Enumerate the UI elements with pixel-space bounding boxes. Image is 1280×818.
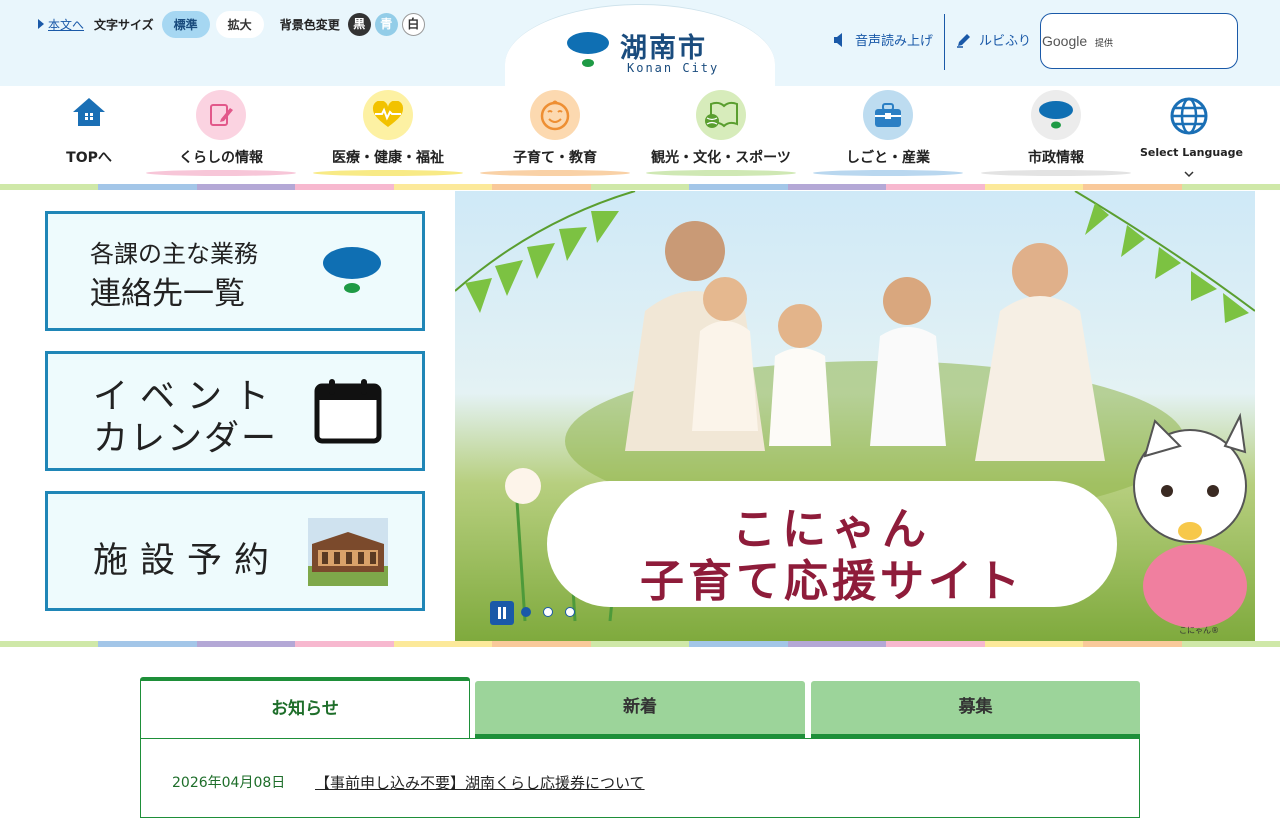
utility-bar: 本文へ 文字サイズ 標準 拡大 背景色変更 黒 青 白 [38,10,429,38]
speaker-icon [834,32,842,47]
nav-label-child: 子育て・教育 [513,150,597,166]
site-header: 本文へ 文字サイズ 標準 拡大 背景色変更 黒 青 白 湖南市 Konan Ci… [0,0,1280,155]
tool-separator [944,14,945,70]
news-date: 2026年04月08日 [172,775,286,791]
voice-reading-button[interactable]: 音声読み上げ [832,30,933,49]
slide-title-panel: こにゃん 子育て応援サイト [547,481,1117,607]
site-logo[interactable]: 湖南市 Konan City [565,26,725,80]
document-pencil-icon [210,104,233,126]
event-line2: カレンダー [93,419,279,459]
book-ball-icon [705,101,738,128]
nav-underline [981,170,1131,176]
nav-item-top[interactable]: TOPへ [48,86,130,184]
pencil-icon [957,33,970,48]
konan-bubble-icon [1039,101,1073,129]
nav-underline [146,170,296,176]
character-caption: こにゃん® [1179,626,1219,635]
facility-building-image [308,518,388,586]
tab-notice-label: お知らせ [271,699,339,719]
font-standard-button[interactable]: 標準 [161,10,210,38]
ruby-button[interactable]: ルビふり [956,30,1031,49]
select-language-button[interactable]: Select Language [1140,86,1243,184]
bg-white-button[interactable]: 白 [401,12,425,36]
globe-icon [1170,97,1208,135]
site-name-en: Konan City [627,61,720,75]
nav-item-city[interactable]: 市政情報 [981,86,1131,184]
konan-bubble-logo-icon [567,32,609,67]
rainbow-divider-top [0,184,1280,190]
facility-label: 施設予約 [93,541,282,581]
bg-blue-button[interactable]: 青 [374,12,398,36]
nav-label-medical: 医療・健康・福祉 [332,150,444,166]
event-calendar-link[interactable]: イベント カレンダー [45,351,425,471]
contacts-line2: 連絡先一覧 [90,276,245,312]
nav-item-medical[interactable]: 医療・健康・福祉 [313,86,463,184]
home-icon [73,98,105,126]
bg-color-label: 背景色変更 [279,17,340,32]
slide-title-line2: 子育て応援サイト [640,556,1024,607]
slideshow-pause-button[interactable] [490,601,514,625]
search-provider-suffix: 提供 [1095,39,1114,49]
news-panel: 2026年04月08日 【事前申し込み不要】湖南くらし応援券について [140,738,1140,818]
nav-label-living: くらしの情報 [179,150,263,166]
search-brand: Google [1042,33,1088,49]
heart-pulse-icon [372,101,404,127]
facility-reservation-link[interactable]: 施設予約 [45,491,425,611]
slide-dot-3[interactable] [565,607,575,617]
chevron-down-icon [1184,171,1194,178]
briefcase-icon [875,103,901,127]
tab-new[interactable]: 新着 [475,681,805,738]
search-input[interactable]: Google 提供 [1040,13,1238,69]
nav-item-tourism[interactable]: 観光・文化・スポーツ [646,86,796,184]
konan-bubble-icon [323,247,381,293]
nav-underline [813,170,963,176]
font-large-button[interactable]: 拡大 [215,10,264,38]
nav-item-living[interactable]: くらしの情報 [146,86,296,184]
tab-recruit-label: 募集 [958,697,993,717]
rainbow-divider-bottom [0,641,1280,647]
site-name: 湖南市 [620,33,707,64]
tab-notice[interactable]: お知らせ [140,677,470,739]
bg-black-button[interactable]: 黒 [347,12,371,36]
tab-new-label: 新着 [623,697,657,717]
slide-dot-1[interactable] [521,607,531,617]
global-nav: TOPへ くらしの情報 医療・健康・福祉 子育て・教育 観光・文化・スポーツ し… [0,86,1280,184]
skip-to-content-link[interactable]: 本文へ [38,16,84,33]
skip-label: 本文へ [48,17,85,32]
news-title-link[interactable]: 【事前申し込み不要】湖南くらし応援券について [315,772,645,793]
nav-label-work: しごと・産業 [846,150,930,166]
hero-slideshow[interactable]: こにゃん 子育て応援サイト こにゃん® [455,191,1255,641]
select-language-label: Select Language [1140,146,1243,159]
voice-reading-label: 音声読み上げ [855,34,934,49]
nav-underline [480,170,630,176]
nav-label-city: 市政情報 [1028,150,1084,166]
tab-recruit[interactable]: 募集 [811,681,1140,738]
nav-item-child[interactable]: 子育て・教育 [480,86,630,184]
nav-underline [646,170,796,176]
nav-underline [313,170,463,176]
contacts-list-link[interactable]: 各課の主な業務 連絡先一覧 [45,211,425,331]
nav-label-tourism: 観光・文化・スポーツ [651,150,791,166]
nav-label-top: TOPへ [66,150,112,166]
child-face-icon [540,100,570,131]
triangle-right-icon [38,19,44,29]
calendar-icon [314,379,382,444]
nav-item-work[interactable]: しごと・産業 [813,86,963,184]
font-size-label: 文字サイズ [94,17,154,32]
slide-dot-2[interactable] [543,607,553,617]
ruby-label: ルビふり [979,34,1032,49]
contacts-line1: 各課の主な業務 [90,240,258,268]
